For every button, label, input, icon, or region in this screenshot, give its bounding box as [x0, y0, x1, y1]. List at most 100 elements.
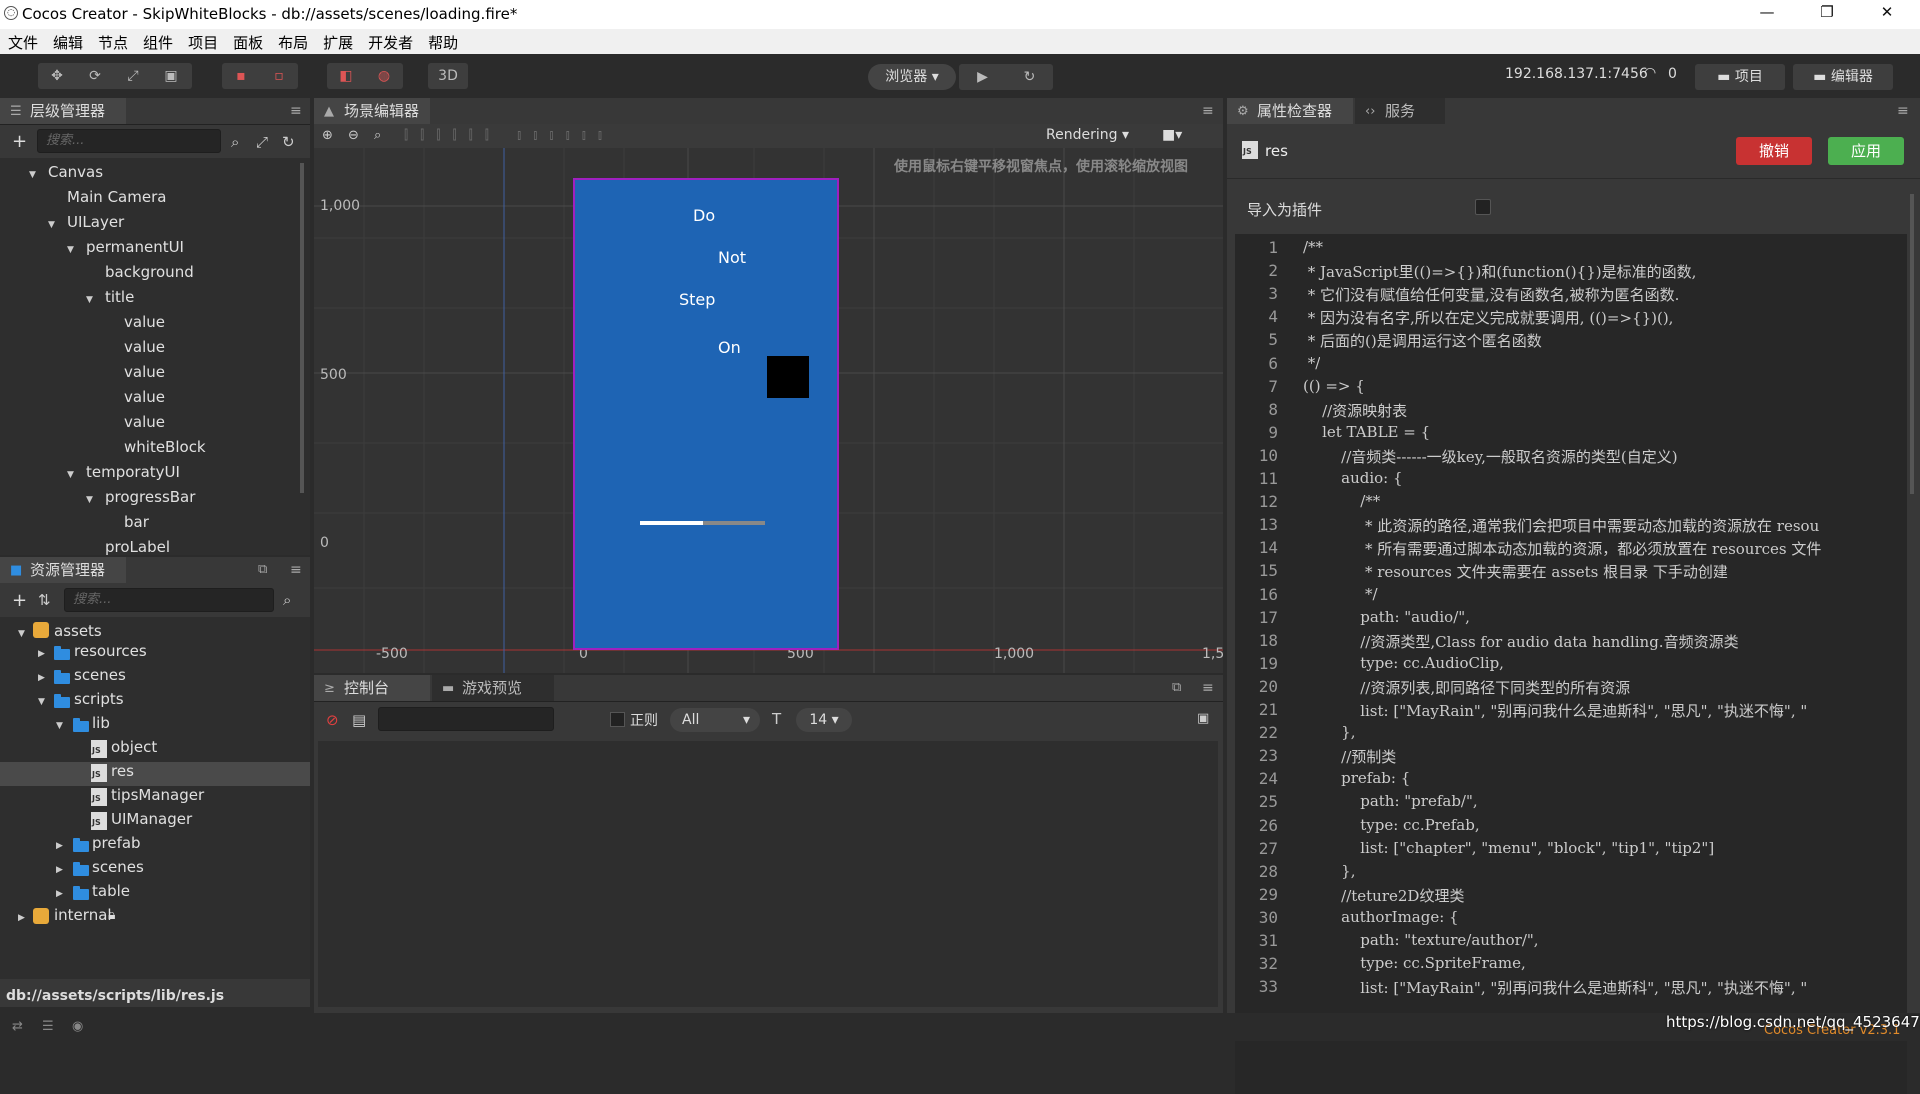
code-icon: ‹›: [1365, 104, 1376, 119]
tab-inspector[interactable]: ⚙ 属性检查器: [1227, 98, 1353, 124]
rotate-tool-icon[interactable]: ⟳: [76, 63, 114, 89]
open-project-button[interactable]: ▬ 项目: [1695, 64, 1785, 90]
expand-icon[interactable]: ⤢: [256, 133, 268, 151]
asset-file-tipsmanager[interactable]: JS tipsManager: [0, 786, 310, 810]
mode-3d-button[interactable]: 3D: [428, 63, 468, 89]
progress-fill: [640, 521, 703, 525]
zoom-reset-icon[interactable]: ⌕: [374, 128, 381, 143]
global-coord-icon[interactable]: ◍: [365, 63, 403, 89]
scale-tool-icon[interactable]: ⤢: [114, 63, 152, 89]
asset-file-object[interactable]: JS object: [0, 738, 310, 762]
refresh-button[interactable]: ↻: [1006, 64, 1053, 90]
asset-folder-lib[interactable]: ▼ lib: [0, 714, 310, 738]
asset-file-uimanager[interactable]: JS UIManager: [0, 810, 310, 834]
apply-button[interactable]: 应用: [1828, 137, 1904, 165]
asset-folder-resources[interactable]: ▶ resources: [0, 642, 310, 666]
assets-search-input[interactable]: 搜索...: [64, 588, 274, 612]
menu-file[interactable]: 文件: [0, 29, 45, 53]
move-tool-icon[interactable]: ✥: [38, 63, 76, 89]
import-plugin-checkbox[interactable]: [1475, 199, 1491, 215]
sort-icon[interactable]: ⇅: [38, 591, 51, 609]
log-level-select[interactable]: All ▾: [670, 708, 760, 732]
camera-icon[interactable]: ■▾: [1162, 127, 1182, 143]
scene-viewport[interactable]: 1,000 500 0 -500 0 500 1,000 1,5 使用鼠标右键平…: [314, 148, 1223, 673]
asset-file-res-selected[interactable]: JS res: [0, 762, 310, 786]
local-coord-icon[interactable]: ◧: [327, 63, 365, 89]
panel-menu-icon[interactable]: ≡: [290, 103, 302, 119]
zoom-in-icon[interactable]: ⊕: [322, 128, 333, 143]
menu-project[interactable]: 项目: [180, 29, 225, 53]
clear-icon[interactable]: ⊘: [326, 711, 339, 729]
window-title: Cocos Creator - SkipWhiteBlocks - db://a…: [22, 5, 518, 23]
tab-game-preview[interactable]: ▬ 游戏预览: [432, 675, 554, 701]
assets-tree: ▼ assets ▶ resources ▶ scenes ▼ scripts ▼ lib…: [0, 617, 310, 979]
tab-scene-editor[interactable]: ▲ 场景编辑器: [314, 98, 430, 124]
rect-tool-icon[interactable]: ▣: [152, 63, 190, 89]
scrollbar[interactable]: [300, 163, 304, 493]
menu-node[interactable]: 节点: [90, 29, 135, 53]
line-number: 32: [1258, 954, 1278, 974]
search-icon[interactable]: ⌕: [231, 133, 239, 151]
asset-name: res: [1265, 142, 1288, 160]
menu-layout[interactable]: 布局: [270, 29, 315, 53]
panel-menu-icon[interactable]: ≡: [1897, 103, 1909, 119]
code-line: * JavaScript里(()=>{})和(function(){})是标准的…: [1303, 263, 1697, 282]
regex-checkbox[interactable]: [610, 712, 625, 727]
popout-icon[interactable]: ⧉: [258, 562, 267, 577]
tab-service[interactable]: ‹› 服务: [1355, 98, 1445, 124]
open-editor-button[interactable]: ▬ 编辑器: [1793, 64, 1893, 90]
window-titlebar: ◌ Cocos Creator - SkipWhiteBlocks - db:/…: [0, 0, 1920, 29]
asset-db-internal[interactable]: ▶ internal 🔒︎: [0, 906, 310, 930]
menu-component[interactable]: 组件: [135, 29, 180, 53]
collapse-icon[interactable]: ▣: [1197, 711, 1209, 726]
add-node-icon[interactable]: +: [12, 131, 27, 152]
code-line: * 此资源的路径,通常我们会把项目中需要动态加载的资源放在 resou: [1303, 517, 1820, 536]
asset-folder-scenes[interactable]: ▶ scenes: [0, 666, 310, 690]
database-icon[interactable]: ☰: [42, 1019, 54, 1034]
console-filter-input[interactable]: [378, 707, 554, 731]
maximize-button[interactable]: ❐: [1812, 3, 1842, 25]
browser-select[interactable]: 浏览器 ▾: [868, 64, 956, 90]
white-block[interactable]: [767, 356, 809, 398]
rendering-select[interactable]: Rendering ▾: [1046, 127, 1129, 143]
add-asset-icon[interactable]: +: [12, 590, 27, 611]
play-button[interactable]: ▶: [959, 64, 1006, 90]
asset-folder-table[interactable]: ▶ table: [0, 882, 310, 906]
line-number: 24: [1258, 769, 1278, 789]
close-button[interactable]: ✕: [1872, 3, 1902, 25]
refresh-icon[interactable]: ↻: [282, 133, 295, 151]
revert-button[interactable]: 撤销: [1736, 137, 1812, 165]
tab-assets[interactable]: ■ 资源管理器: [0, 557, 126, 583]
log-file-icon[interactable]: ▤: [352, 711, 366, 729]
popout-icon[interactable]: ⧉: [1172, 680, 1181, 695]
eye-icon[interactable]: ◉: [72, 1019, 83, 1034]
align-tools-icon[interactable]: ⫿⫿⫿⫿⫿⫿ ⫾⫾⫾⫾⫾⫾: [404, 128, 614, 143]
code-line: * 后面的()是调用运行这个匿名函数: [1303, 332, 1542, 351]
x-axis-label: -500: [376, 646, 408, 662]
tab-hierarchy[interactable]: ☰ 层级管理器: [0, 98, 126, 124]
menu-help[interactable]: 帮助: [420, 29, 465, 53]
search-icon[interactable]: ⌕: [283, 591, 291, 609]
zoom-out-icon[interactable]: ⊖: [348, 128, 359, 143]
panel-menu-icon[interactable]: ≡: [1202, 103, 1214, 119]
asset-folder-prefab[interactable]: ▶ prefab: [0, 834, 310, 858]
menu-panel[interactable]: 面板: [225, 29, 270, 53]
js-file-icon: JS: [91, 740, 107, 758]
menu-edit[interactable]: 编辑: [45, 29, 90, 53]
minimize-button[interactable]: —: [1752, 3, 1782, 25]
menu-developer[interactable]: 开发者: [360, 29, 420, 53]
scrollbar[interactable]: [1910, 194, 1914, 494]
hierarchy-search-input[interactable]: 搜索...: [37, 129, 221, 153]
tab-console[interactable]: ≥ 控制台: [314, 675, 430, 701]
pivot-icon[interactable]: ▪: [222, 63, 260, 89]
line-number: 10: [1258, 445, 1278, 465]
panel-menu-icon[interactable]: ≡: [290, 562, 302, 578]
center-icon[interactable]: ▫: [260, 63, 298, 89]
panel-menu-icon[interactable]: ≡: [1202, 680, 1214, 696]
game-canvas[interactable]: Do Not Step On: [573, 178, 839, 650]
font-size-select[interactable]: 14 ▾: [796, 708, 852, 732]
asset-folder-scenes-lib[interactable]: ▶ scenes: [0, 858, 310, 882]
sync-icon[interactable]: ⇄: [12, 1019, 23, 1034]
menu-extension[interactable]: 扩展: [315, 29, 360, 53]
asset-folder-scripts[interactable]: ▼ scripts: [0, 690, 310, 714]
